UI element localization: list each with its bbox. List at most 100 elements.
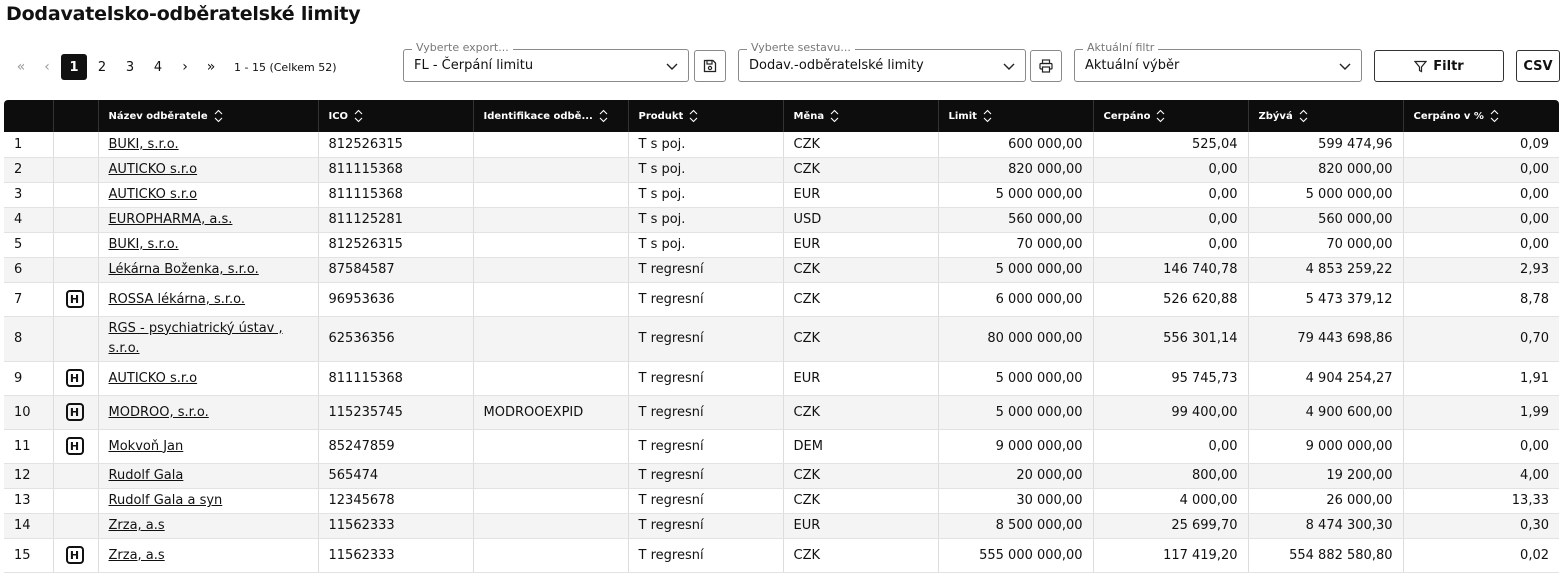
identification-cell	[473, 538, 629, 573]
limit-cell: 5 000 000,00	[938, 395, 1094, 430]
sort-icon[interactable]	[1156, 109, 1165, 123]
csv-button[interactable]: CSV	[1516, 50, 1560, 82]
customer-name-link[interactable]: MODROO, s.r.o.	[109, 405, 209, 420]
identification-cell	[473, 207, 629, 233]
row-badge: H	[53, 395, 99, 430]
remaining-cell: 70 000,00	[1248, 232, 1404, 258]
limit-cell: 5 000 000,00	[938, 182, 1094, 208]
report-select[interactable]: Vyberte sestavu... Dodav.-odběratelské l…	[738, 41, 1026, 82]
print-report-button[interactable]	[1030, 50, 1062, 82]
limit-cell: 80 000 000,00	[938, 316, 1094, 362]
page-2-button[interactable]: 2	[89, 54, 115, 80]
sort-icon[interactable]	[983, 109, 992, 123]
sort-icon[interactable]	[354, 109, 363, 123]
row-number: 6	[4, 257, 54, 283]
first-page-button[interactable]: «	[8, 54, 34, 80]
currency-cell: CZK	[783, 157, 939, 183]
remaining-cell: 5 473 379,12	[1248, 282, 1404, 317]
drawn-percent-cell: 0,00	[1403, 157, 1559, 183]
remaining-header[interactable]: Zbývá	[1248, 100, 1404, 132]
page-4-button[interactable]: 4	[145, 54, 171, 80]
ico-cell: 565474	[318, 463, 474, 489]
drawn-cell: 556 301,14	[1093, 316, 1249, 362]
limit-cell: 30 000,00	[938, 488, 1094, 514]
row-number: 4	[4, 207, 54, 233]
customer-name-link[interactable]: AUTICKO s.r.o	[109, 162, 198, 177]
remaining-cell: 79 443 698,86	[1248, 316, 1404, 362]
table-row: 9 H AUTICKO s.r.o 811115368 T regresní EUR 5 0…	[4, 361, 1559, 396]
product-cell: T s poj.	[628, 132, 784, 158]
product-header[interactable]: Produkt	[628, 100, 784, 132]
row-badge	[53, 257, 99, 283]
sort-icon[interactable]	[1299, 109, 1308, 123]
current-filter-legend: Aktuální filtr	[1083, 41, 1159, 54]
drawn-header[interactable]: Čerpáno	[1093, 100, 1249, 132]
customer-name-link[interactable]: RGS - psychiatrický ústav , s.r.o.	[109, 321, 283, 356]
limit-header[interactable]: Limit	[938, 100, 1094, 132]
customer-name: AUTICKO s.r.o	[98, 157, 319, 183]
customer-name-link[interactable]: ROSSA lékárna, s.r.o.	[109, 292, 246, 307]
chevron-down-icon	[1339, 63, 1351, 70]
identification-header[interactable]: Identifikace odbě...	[473, 100, 629, 132]
table-row: 12 Rudolf Gala 565474 T regresní CZK 20 000,0…	[4, 463, 1559, 489]
drawn-percent-cell: 0,30	[1403, 513, 1559, 539]
prev-page-button[interactable]: ‹	[34, 54, 60, 80]
drawn-percent-cell: 0,00	[1403, 232, 1559, 258]
currency-header[interactable]: Měna	[783, 100, 939, 132]
identification-cell	[473, 182, 629, 208]
row-badge: H	[53, 282, 99, 317]
customer-name-link[interactable]: AUTICKO s.r.o	[109, 371, 198, 386]
ico-cell: 11562333	[318, 513, 474, 539]
row-number: 7	[4, 282, 54, 317]
sort-icon[interactable]	[214, 109, 223, 123]
pagination: « ‹ 1 2 3 4 › » 1 - 15 (Celkem 52)	[8, 54, 337, 80]
customer-name-link[interactable]: Rudolf Gala a syn	[109, 493, 223, 508]
ico-cell: 812526315	[318, 232, 474, 258]
customer-name-link[interactable]: BUKI, s.r.o.	[109, 137, 179, 152]
customer-name-link[interactable]: Mokvoň Jan	[109, 439, 184, 454]
customer-name-link[interactable]: BUKI, s.r.o.	[109, 237, 179, 252]
customer-name: BUKI, s.r.o.	[98, 132, 319, 158]
customer-name: MODROO, s.r.o.	[98, 395, 319, 430]
page-3-button[interactable]: 3	[117, 54, 143, 80]
current-filter-select[interactable]: Aktuální filtr Aktuální výběr	[1074, 41, 1362, 82]
remaining-cell: 554 882 580,80	[1248, 538, 1404, 573]
table-row: 7 H ROSSA lékárna, s.r.o. 96953636 T regresn…	[4, 282, 1559, 317]
product-cell: T s poj.	[628, 182, 784, 208]
sort-icon[interactable]	[1490, 109, 1499, 123]
filter-button[interactable]: Filtr	[1374, 50, 1504, 82]
header-cell-content: Měna	[794, 109, 928, 123]
ico-header[interactable]: IČO	[318, 100, 474, 132]
customer-name-link[interactable]: EUROPHARMA, a.s.	[109, 212, 233, 227]
identification-cell: MODROOEXPID	[473, 395, 629, 430]
customer-name-link[interactable]: Lékárna Boženka, s.r.o.	[109, 262, 259, 277]
drawn-percent-header[interactable]: Čerpáno v %	[1403, 100, 1559, 132]
export-select[interactable]: Vyberte export... FL - Čerpání limitu	[403, 41, 689, 82]
next-page-button[interactable]: ›	[172, 54, 198, 80]
currency-cell: CZK	[783, 538, 939, 573]
chevron-left-icon: ‹	[44, 59, 50, 75]
customer-name-link[interactable]: Zrza, a.s	[109, 518, 165, 533]
customer-name: BUKI, s.r.o.	[98, 232, 319, 258]
row-number: 8	[4, 316, 54, 362]
sort-icon[interactable]	[830, 109, 839, 123]
header-cell-content: Identifikace odbě...	[484, 109, 618, 123]
customer-name-link[interactable]: Zrza, a.s	[109, 548, 165, 563]
currency-cell: EUR	[783, 513, 939, 539]
identification-cell	[473, 429, 629, 464]
last-page-button[interactable]: »	[198, 54, 224, 80]
page-1-button[interactable]: 1	[61, 54, 87, 80]
ico-cell: 62536356	[318, 316, 474, 362]
header-label: Název odběratele	[108, 110, 208, 122]
customer-name-header[interactable]: Název odběratele	[98, 100, 319, 132]
customer-name-link[interactable]: Rudolf Gala	[109, 468, 184, 483]
sort-icon[interactable]	[689, 109, 698, 123]
customer-name-link[interactable]: AUTICKO s.r.o	[109, 187, 198, 202]
sort-icon[interactable]	[599, 109, 608, 123]
ico-cell: 811115368	[318, 157, 474, 183]
remaining-cell: 560 000,00	[1248, 207, 1404, 233]
limit-cell: 820 000,00	[938, 157, 1094, 183]
save-export-button[interactable]	[694, 50, 726, 82]
remaining-cell: 4 904 254,27	[1248, 361, 1404, 396]
export-select-value: FL - Čerpání limitu	[414, 58, 534, 73]
